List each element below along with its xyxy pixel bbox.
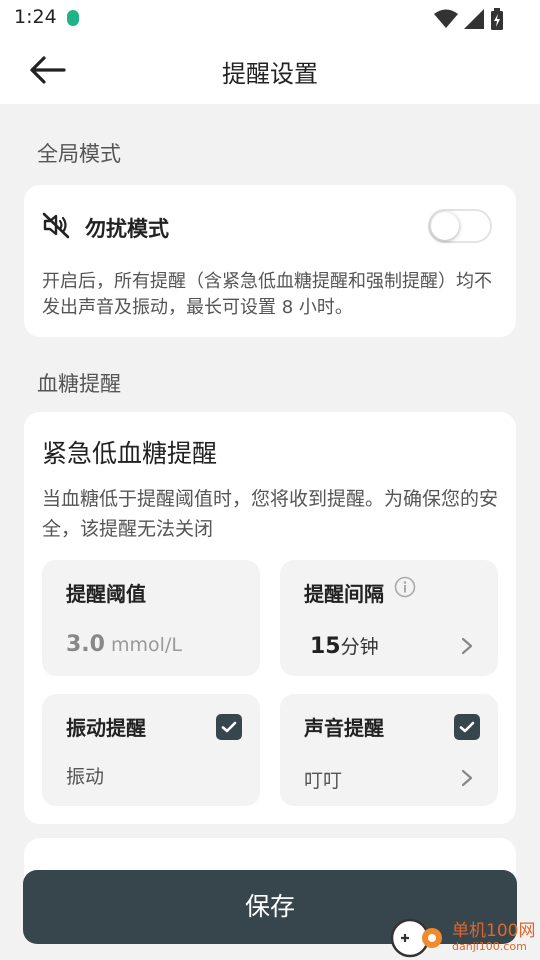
mute-icon [42, 212, 70, 239]
urgent-low-description: 当血糖低于提醒阈值时，您将收到提醒。为确保您的安全，该提醒无法关闭 [42, 488, 499, 540]
dnd-card: 勿扰模式 开启后，所有提醒（含紧急低血糖提醒和强制提醒）均不发出声音及振动，最长… [24, 185, 516, 337]
app-header: 提醒设置 [0, 36, 540, 104]
interval-value: 15分钟 [310, 632, 379, 659]
threshold-unit: mmol/L [111, 634, 182, 656]
threshold-label: 提醒阈值 [66, 582, 146, 606]
status-time: 1:24 [14, 6, 57, 28]
checkmark-icon [459, 721, 475, 733]
interval-number: 15 [310, 634, 341, 659]
urgent-low-title: 紧急低血糖提醒 [42, 439, 218, 468]
toggle-knob [431, 212, 459, 240]
vibration-label: 振动提醒 [66, 716, 146, 740]
watermark-icon [390, 918, 442, 958]
sound-tile[interactable]: 声音提醒 叮叮 [280, 694, 498, 806]
sound-label: 声音提醒 [304, 716, 384, 740]
app-notification-icon [67, 10, 79, 26]
watermark-subtext: danji100.com [452, 940, 527, 953]
threshold-value: 3.0 mmol/L [66, 632, 182, 657]
checkmark-icon [221, 721, 237, 733]
chevron-right-icon [461, 637, 473, 655]
interval-unit: 分钟 [340, 636, 379, 658]
dnd-toggle[interactable] [428, 209, 492, 243]
vibration-tile[interactable]: 振动提醒 振动 [42, 694, 260, 806]
threshold-tile: 提醒阈值 3.0 mmol/L [42, 560, 260, 676]
interval-tile[interactable]: 提醒间隔 15分钟 [280, 560, 498, 676]
battery-icon [491, 8, 503, 30]
dnd-description: 开启后，所有提醒（含紧急低血糖提醒和强制提醒）均不发出声音及振动，最长可设置 8… [42, 271, 492, 318]
chevron-right-icon [461, 769, 473, 787]
info-icon[interactable] [394, 576, 416, 598]
vibration-value: 振动 [66, 766, 105, 788]
sound-value: 叮叮 [304, 770, 343, 792]
watermark-text: 单机100网 [452, 921, 536, 941]
urgent-low-card: 紧急低血糖提醒 当血糖低于提醒阈值时，您将收到提醒。为确保您的安全，该提醒无法关… [24, 412, 516, 824]
threshold-number: 3.0 [66, 632, 105, 657]
dnd-title: 勿扰模式 [85, 217, 169, 241]
vibration-checkbox[interactable] [216, 714, 242, 740]
sound-checkbox[interactable] [454, 714, 480, 740]
watermark-logo: 单机100网 danji100.com [388, 912, 540, 960]
page-title: 提醒设置 [222, 60, 318, 88]
status-bar: 1:24 [0, 0, 540, 36]
wifi-icon [434, 9, 458, 28]
section-label-global: 全局模式 [37, 142, 121, 166]
section-label-glucose: 血糖提醒 [37, 372, 121, 396]
interval-label: 提醒间隔 [304, 582, 384, 606]
signal-icon [464, 9, 484, 29]
system-icons [434, 8, 504, 30]
